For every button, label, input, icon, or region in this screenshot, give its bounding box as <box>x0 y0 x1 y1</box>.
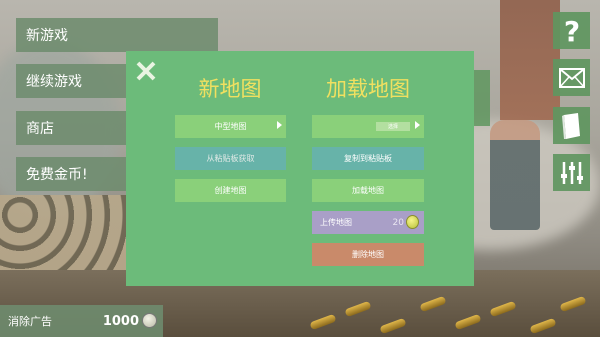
shop-button[interactable]: 商店 <box>16 111 126 145</box>
coin-icon <box>406 215 419 229</box>
map-dialog: 新地图 加载地图 中型地图 从粘贴板获取 创建地图 选择 复制到粘贴板 加载地图… <box>126 51 474 286</box>
guide-button[interactable] <box>553 107 590 144</box>
remove-ads-price: 1000 <box>102 313 139 329</box>
arrow-right-icon <box>415 121 420 129</box>
paste-from-clipboard-button[interactable]: 从粘贴板获取 <box>175 147 286 170</box>
soldier-figure <box>490 120 540 230</box>
map-size-dropdown[interactable]: 中型地图 <box>175 115 286 138</box>
create-map-button[interactable]: 创建地图 <box>175 179 286 202</box>
help-button[interactable]: ? <box>553 12 590 49</box>
arrow-right-icon <box>277 121 282 129</box>
upload-map-button[interactable]: 上传地图 20 <box>312 211 424 234</box>
load-map-button[interactable]: 加载地图 <box>312 179 424 202</box>
map-size-value: 中型地图 <box>214 122 247 131</box>
remove-ads-button[interactable]: 消除广告 1000 <box>0 305 163 337</box>
book-icon <box>561 112 580 139</box>
load-map-title: 加载地图 <box>326 77 410 101</box>
copy-to-clipboard-button[interactable]: 复制到粘贴板 <box>312 147 424 170</box>
new-map-title: 新地图 <box>198 77 262 101</box>
help-icon: ? <box>563 16 579 46</box>
mail-button[interactable] <box>553 59 590 96</box>
new-game-button[interactable]: 新游戏 <box>16 18 218 52</box>
ruined-tower <box>500 0 560 120</box>
free-coins-button[interactable]: 免费金币! <box>16 157 126 191</box>
close-icon <box>136 61 156 81</box>
saved-map-dropdown[interactable]: 选择 <box>312 115 424 138</box>
covered-panel-edge <box>474 70 490 126</box>
mail-icon <box>558 67 585 88</box>
upload-cost: 20 <box>392 217 404 228</box>
svg-text:?: ? <box>563 16 579 46</box>
coin-icon <box>142 313 157 328</box>
saved-map-value: 选择 <box>376 122 410 131</box>
delete-map-button[interactable]: 删除地图 <box>312 243 424 266</box>
upload-map-label: 上传地图 <box>320 218 352 227</box>
close-button[interactable] <box>135 60 157 82</box>
settings-sliders-icon <box>560 161 583 184</box>
settings-button[interactable] <box>553 154 590 191</box>
remove-ads-label: 消除广告 <box>8 315 52 328</box>
